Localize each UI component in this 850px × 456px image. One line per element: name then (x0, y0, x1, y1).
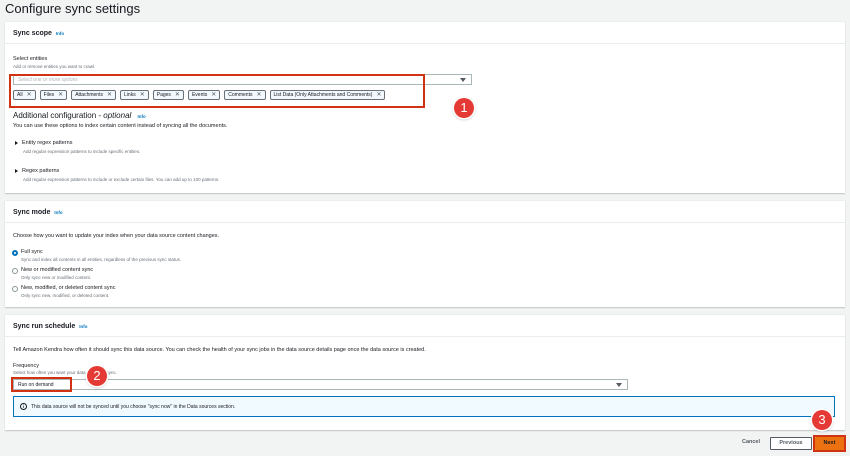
radio-new-modified-deleted-sync[interactable] (12, 286, 18, 292)
new-modified-desc: Only sync new or modified content. (21, 275, 92, 280)
entity-regex-desc: Add regular expression patterns to inclu… (23, 149, 141, 154)
sync-mode-panel: Sync mode Info (5, 200, 845, 307)
regex-title: Regex patterns (22, 168, 60, 174)
entity-regex-title: Entity regex patterns (22, 140, 73, 146)
new-modified-deleted-desc: Only sync new, modified, or deleted cont… (21, 293, 110, 298)
additional-config-title: Additional configuration - optional Info (13, 111, 146, 120)
regex-expander[interactable]: Regex patterns (15, 168, 59, 174)
sync-schedule-header: Sync run schedule Info (5, 315, 845, 337)
annotation-box-next (813, 435, 846, 452)
previous-button[interactable]: Previous (770, 437, 812, 450)
annotation-box-entities (9, 74, 425, 108)
caret-right-icon (15, 168, 18, 173)
sync-mode-prompt: Choose how you want to update your index… (13, 233, 220, 239)
sync-scope-info-link[interactable]: Info (56, 31, 64, 36)
chevron-down-icon[interactable] (460, 78, 466, 82)
alert-text: This data source will not be synced unti… (31, 404, 236, 410)
sync-scope-title: Sync scope (13, 30, 52, 37)
caret-right-icon (15, 140, 18, 145)
annotation-badge-1: 1 (454, 98, 474, 118)
radio-full-sync[interactable] (12, 250, 18, 256)
frequency-label: Frequency (13, 363, 39, 369)
new-modified-deleted-label: New, modified, or deleted content sync (21, 285, 116, 291)
sync-scope-header: Sync scope Info (5, 22, 845, 44)
sync-info-alert: i This data source will not be synced un… (13, 396, 835, 417)
page-title: Configure sync settings (5, 1, 141, 16)
annotation-badge-2: 2 (87, 366, 107, 386)
entity-regex-expander[interactable]: Entity regex patterns (15, 140, 72, 146)
sync-schedule-info-link[interactable]: Info (79, 324, 87, 329)
regex-desc: Add regular expression patterns to inclu… (23, 177, 220, 182)
chevron-down-icon[interactable] (616, 383, 622, 387)
sync-schedule-title: Sync run schedule (13, 323, 76, 330)
sync-mode-header: Sync mode Info (5, 201, 845, 223)
radio-new-modified-sync[interactable] (12, 268, 18, 274)
sync-mode-info-link[interactable]: Info (54, 210, 62, 215)
new-modified-label: New or modified content sync (21, 267, 94, 273)
select-entities-desc: Add or remove entities you want to crawl… (13, 64, 96, 69)
annotation-badge-3: 3 (812, 410, 832, 430)
full-sync-desc: Sync and index all contents in all entit… (21, 257, 182, 262)
full-sync-label: Full sync (21, 249, 43, 255)
additional-config-title-text: Additional configuration - (13, 111, 104, 120)
info-icon: i (20, 403, 27, 410)
select-entities-label: Select entities (13, 56, 48, 62)
additional-config-info-link[interactable]: Info (138, 114, 146, 119)
annotation-box-frequency (11, 377, 72, 392)
additional-config-desc: You can use these options to index certa… (13, 123, 228, 129)
cancel-button[interactable]: Cancel (736, 437, 766, 450)
additional-config-optional: optional (103, 111, 132, 120)
sync-mode-title: Sync mode (13, 209, 51, 216)
schedule-desc: Tell Amazon Kendra how often it should s… (13, 347, 426, 353)
